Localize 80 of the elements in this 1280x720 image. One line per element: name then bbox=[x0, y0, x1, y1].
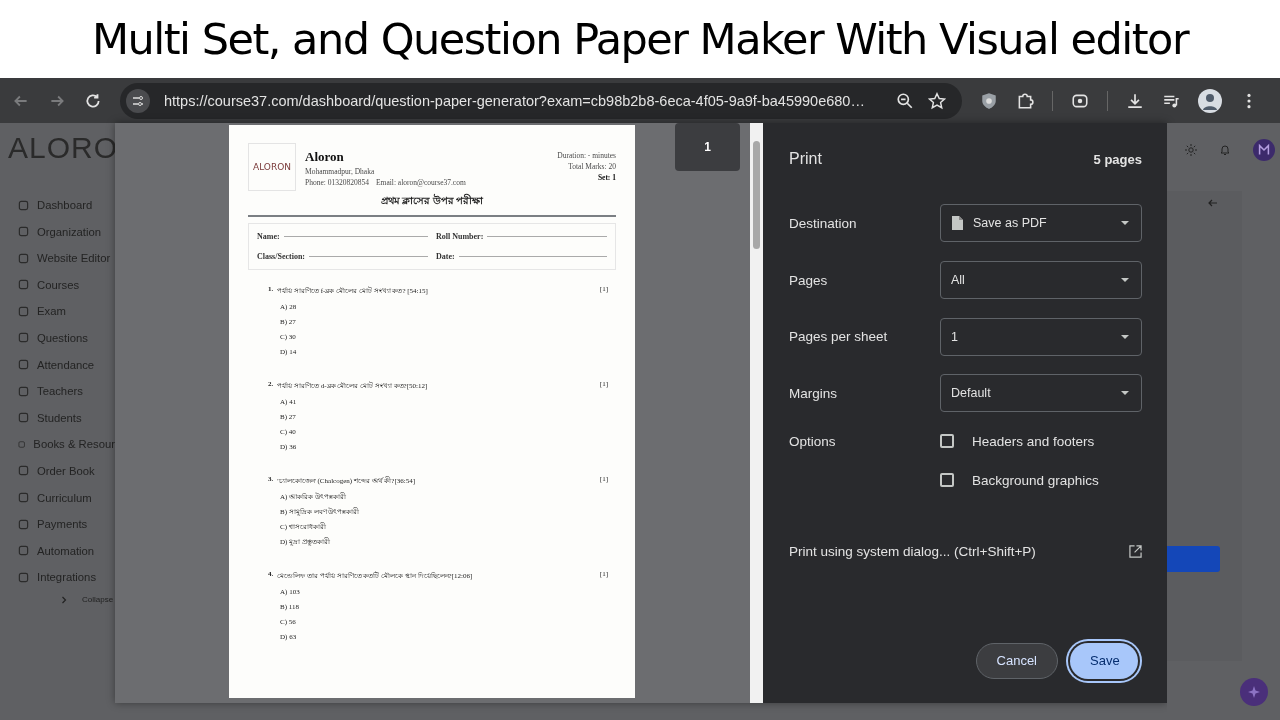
address-bar[interactable]: https://course37.com/dashboard/question-paper-generator?exam=cb98b2b8-6eca-4f05-9a9f-ba45990e680… bbox=[120, 82, 962, 119]
shield-icon[interactable] bbox=[980, 91, 998, 110]
sidebar-item[interactable]: Books & Resour bbox=[33, 438, 115, 451]
sidebar-item[interactable]: Curriculum bbox=[37, 491, 92, 504]
checkbox[interactable] bbox=[940, 473, 954, 488]
menu-item-icon bbox=[18, 226, 29, 238]
zoom-icon[interactable] bbox=[896, 91, 914, 110]
field-label: Roll Number: bbox=[436, 232, 484, 241]
page-number-tooltip: 1 bbox=[675, 123, 740, 171]
external-link-icon[interactable] bbox=[1129, 544, 1142, 558]
sidebar-item[interactable]: Students bbox=[37, 411, 82, 424]
profile-avatar-icon[interactable] bbox=[1198, 88, 1222, 113]
menu-item-icon bbox=[18, 252, 29, 264]
user-avatar-icon[interactable] bbox=[1253, 139, 1275, 161]
page-count: 5 pages bbox=[1093, 151, 1142, 167]
chevron-icon bbox=[60, 595, 68, 604]
menu-item-icon bbox=[18, 385, 29, 397]
sidebar-item[interactable]: Payments bbox=[37, 518, 88, 531]
back-arrow-icon[interactable] bbox=[1207, 197, 1219, 209]
menu-item-icon bbox=[18, 359, 29, 371]
system-dialog-link[interactable]: Print using system dialog... (Ctrl+Shift+P) bbox=[789, 543, 1036, 559]
setting-label: Options bbox=[789, 433, 836, 451]
dropdown[interactable]: Save as PDF bbox=[940, 204, 1142, 243]
sidebar-item[interactable]: Order Book bbox=[37, 464, 95, 477]
checkbox[interactable] bbox=[940, 434, 954, 449]
app-logo: ALORO bbox=[7, 130, 115, 166]
caret-icon bbox=[1121, 334, 1129, 339]
cancel-button[interactable]: Cancel bbox=[975, 642, 1058, 679]
setting-label: Margins bbox=[789, 385, 837, 401]
setting-label: Pages bbox=[789, 272, 828, 288]
menu-item-icon bbox=[18, 305, 29, 317]
exam-title: প্রথম ক্লাসের উপর পরীক্ষা bbox=[379, 193, 485, 208]
sidebar-item[interactable]: Automation bbox=[37, 544, 95, 557]
sidebar-item[interactable]: Courses bbox=[37, 278, 80, 291]
menu-item-icon bbox=[18, 412, 29, 424]
sidebar-item[interactable]: Website Editor bbox=[37, 252, 111, 265]
menu-item-icon bbox=[18, 545, 29, 557]
extensions-icon[interactable] bbox=[1016, 91, 1034, 110]
sidebar-item[interactable]: Questions bbox=[37, 331, 88, 344]
sidebar-item[interactable]: Organization bbox=[37, 225, 102, 238]
menu-item-icon bbox=[18, 279, 29, 291]
caret-icon bbox=[1121, 278, 1129, 283]
download-icon[interactable] bbox=[1126, 91, 1144, 110]
sidebar-item[interactable]: Dashboard bbox=[37, 199, 93, 211]
sidebar-item[interactable]: Exam bbox=[37, 305, 66, 318]
field-label: Name: bbox=[257, 232, 280, 241]
menu-item-icon bbox=[18, 465, 29, 477]
checkbox-label: Background graphics bbox=[972, 472, 1099, 488]
reload-icon[interactable] bbox=[84, 91, 102, 110]
field-label: Date: bbox=[436, 252, 455, 261]
dropdown[interactable]: Default bbox=[940, 374, 1142, 413]
field-label: Class/Section: bbox=[257, 252, 305, 261]
sidebar-item[interactable]: Integrations bbox=[37, 571, 97, 584]
video-title: Multi Set, and Question Paper Maker With Visual editor bbox=[91, 14, 1189, 64]
paper-logo: ALORON bbox=[248, 143, 296, 191]
bell-icon[interactable] bbox=[1219, 144, 1231, 156]
site-settings-icon[interactable] bbox=[126, 88, 150, 113]
dialog-title: Print bbox=[789, 150, 822, 168]
sun-icon[interactable] bbox=[1185, 144, 1197, 156]
menu-item-icon bbox=[18, 571, 29, 583]
menu-item-icon bbox=[18, 438, 26, 450]
menu-item-icon bbox=[18, 332, 29, 344]
menu-item-icon bbox=[18, 199, 29, 211]
url-text: https://course37.com/dashboard/question-paper-generator?exam=cb98b2b8-6eca-4f05-9a9f-ba45990e680… bbox=[164, 92, 866, 109]
floating-action-icon[interactable] bbox=[1240, 678, 1268, 706]
setting-label: Destination bbox=[789, 215, 857, 231]
scrollbar[interactable] bbox=[750, 123, 763, 703]
bookmark-star-icon[interactable] bbox=[928, 91, 946, 110]
setting-label: Pages per sheet bbox=[789, 329, 888, 345]
dropdown[interactable]: All bbox=[940, 261, 1142, 300]
checkbox-label: Headers and footers bbox=[972, 433, 1095, 449]
document-icon bbox=[951, 216, 963, 231]
sidebar-item[interactable]: Attendance bbox=[37, 358, 95, 371]
caret-icon bbox=[1121, 391, 1129, 396]
organization-name: Aloron bbox=[305, 149, 345, 165]
caret-icon bbox=[1121, 221, 1129, 226]
dropdown[interactable]: 1 bbox=[940, 317, 1142, 356]
sidebar-item[interactable]: Teachers bbox=[37, 385, 83, 398]
menu-item-icon bbox=[18, 518, 29, 530]
menu-item-icon bbox=[18, 492, 29, 504]
